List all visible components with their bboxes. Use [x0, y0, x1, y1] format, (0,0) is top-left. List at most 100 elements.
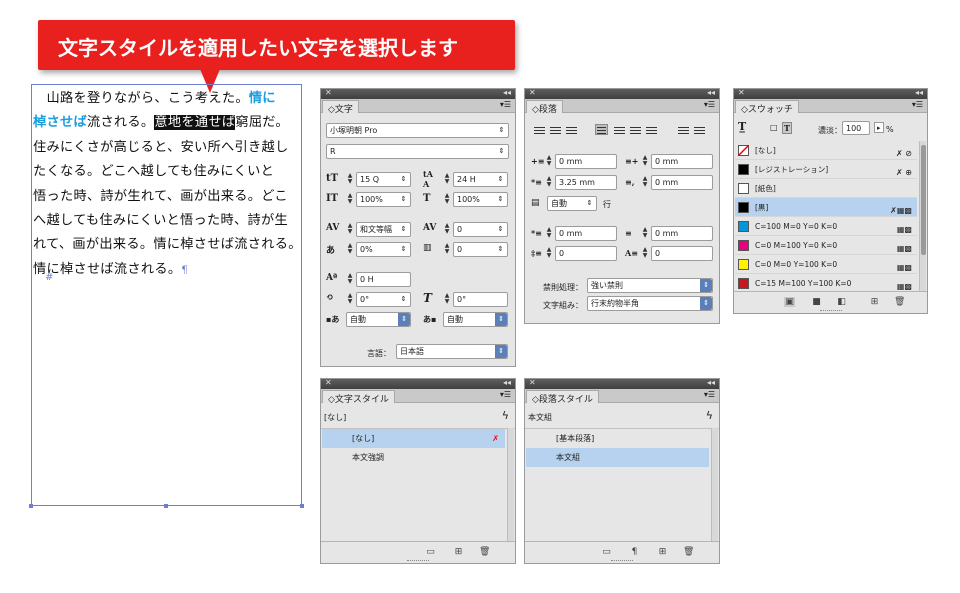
- collapse-icon[interactable]: ◂◂: [707, 378, 715, 387]
- align-right-icon[interactable]: [565, 125, 578, 136]
- close-icon[interactable]: ✕: [325, 378, 332, 387]
- style-item-honbun-kyocho[interactable]: 本文強調: [322, 448, 505, 467]
- spinner-icon[interactable]: ▲ ▼: [443, 293, 451, 306]
- swatch-yellow[interactable]: C=0 M=0 Y=100 K=0 ▦▩: [735, 255, 917, 274]
- new-style-icon[interactable]: ⊞: [657, 547, 668, 557]
- close-icon[interactable]: ✕: [325, 88, 332, 97]
- panel-menu-icon[interactable]: ▾☰: [912, 100, 923, 109]
- collapse-icon[interactable]: ◂◂: [707, 88, 715, 97]
- style-scrollbar[interactable]: [711, 428, 718, 541]
- align-left-icon[interactable]: [533, 125, 546, 136]
- drop-cap-chars-field[interactable]: 0: [555, 246, 617, 261]
- tab-character-styles[interactable]: ◇文字スタイル: [322, 390, 395, 405]
- swatch-black[interactable]: [黒] ✗▦▩: [735, 198, 917, 217]
- frame-handle[interactable]: [164, 504, 168, 508]
- spinner-icon[interactable]: ▲ ▼: [641, 155, 649, 168]
- tab-character[interactable]: ◇文字: [322, 100, 359, 115]
- spinner-icon[interactable]: ▲ ▼: [346, 193, 354, 206]
- vertical-scale-field[interactable]: 100% ⇕: [356, 192, 411, 207]
- drop-cap-size-field[interactable]: 0: [651, 246, 713, 261]
- justify-left-icon[interactable]: [595, 124, 608, 135]
- tint-field[interactable]: 100: [842, 121, 870, 135]
- drop-cap-lines-field[interactable]: 自動 ⇕: [547, 196, 597, 211]
- clear-overrides-icon[interactable]: ¶: [629, 547, 640, 557]
- leading-field[interactable]: 24 H ⇕: [453, 172, 508, 187]
- align-away-spine-icon[interactable]: [693, 125, 706, 136]
- text-format-icon[interactable]: T: [782, 122, 792, 134]
- style-item-honbun-gumi[interactable]: 本文組: [526, 448, 709, 467]
- mojikumi-dropdown[interactable]: 行末約物半角 ⇕: [587, 296, 713, 311]
- first-line-indent-field[interactable]: 3.25 mm: [555, 175, 617, 190]
- aki-before-dropdown[interactable]: 自動 ⇕: [346, 312, 411, 327]
- justify-center-icon[interactable]: [613, 125, 626, 136]
- selected-text[interactable]: 意地を通せば: [154, 115, 236, 131]
- font-family-field[interactable]: 小塚明朝 Pro ⇕: [326, 123, 509, 138]
- text-frame[interactable]: 山路を登りながら、こう考えた。情に 棹させば流される。意地を通せば窮屈だ。 住み…: [29, 84, 304, 508]
- folder-icon[interactable]: ▭: [425, 547, 436, 557]
- spinner-icon[interactable]: ▲ ▼: [443, 223, 451, 236]
- aki-field[interactable]: 0 ⇕: [453, 242, 508, 257]
- spinner-icon[interactable]: ▲ ▼: [641, 247, 649, 260]
- space-after-field[interactable]: 0 mm: [651, 226, 713, 241]
- spinner-icon[interactable]: ▲ ▼: [545, 155, 553, 168]
- kinsoku-dropdown[interactable]: 強い禁則 ⇕: [587, 278, 713, 293]
- scroll-thumb[interactable]: [921, 145, 926, 255]
- right-indent-field[interactable]: 0 mm: [651, 154, 713, 169]
- align-center-icon[interactable]: [549, 125, 562, 136]
- folder-icon[interactable]: ▭: [601, 547, 612, 557]
- close-icon[interactable]: ✕: [529, 378, 536, 387]
- spinner-icon[interactable]: ▲ ▼: [346, 223, 354, 236]
- spinner-icon[interactable]: ▲ ▼: [346, 293, 354, 306]
- left-indent-field[interactable]: 0 mm: [555, 154, 617, 169]
- frame-handle[interactable]: [29, 504, 33, 508]
- tracking-field[interactable]: 0 ⇕: [453, 222, 508, 237]
- show-all-swatches-icon[interactable]: ▣: [784, 297, 795, 307]
- tab-paragraph-styles[interactable]: ◇段落スタイル: [526, 390, 599, 405]
- spinner-icon[interactable]: ▲ ▼: [443, 243, 451, 256]
- swatch-paper[interactable]: [紙色]: [735, 179, 917, 198]
- style-item-none[interactable]: [なし] ✗: [322, 429, 505, 448]
- swatch-none[interactable]: [なし] ✗ ⊘: [735, 141, 917, 160]
- align-towards-spine-icon[interactable]: [677, 125, 690, 136]
- panel-menu-icon[interactable]: ▾☰: [500, 390, 511, 399]
- spinner-icon[interactable]: ▲ ▼: [545, 247, 553, 260]
- horizontal-scale-field[interactable]: 100% ⇕: [453, 192, 508, 207]
- new-style-icon[interactable]: ⊞: [453, 547, 464, 557]
- container-icon[interactable]: □: [770, 123, 778, 132]
- show-color-swatches-icon[interactable]: ■: [811, 297, 822, 307]
- space-before-field[interactable]: 0 mm: [555, 226, 617, 241]
- collapse-icon[interactable]: ◂◂: [503, 88, 511, 97]
- close-icon[interactable]: ✕: [529, 88, 536, 97]
- collapse-icon[interactable]: ◂◂: [915, 88, 923, 97]
- spinner-icon[interactable]: ▲ ▼: [346, 243, 354, 256]
- swatch-registration[interactable]: [レジストレーション] ✗ ⊕: [735, 160, 917, 179]
- close-icon[interactable]: ✕: [738, 88, 745, 97]
- spinner-icon[interactable]: ▲ ▼: [545, 176, 553, 189]
- kerning-field[interactable]: 和文等幅 ⇕: [356, 222, 411, 237]
- collapse-icon[interactable]: ◂◂: [503, 378, 511, 387]
- aki-after-dropdown[interactable]: 自動 ⇕: [443, 312, 508, 327]
- tint-arrow-icon[interactable]: ▸: [874, 122, 884, 133]
- panel-menu-icon[interactable]: ▾☰: [500, 100, 511, 109]
- trash-icon[interactable]: 🗑: [479, 547, 490, 557]
- trash-icon[interactable]: 🗑: [683, 547, 694, 557]
- justify-all-icon[interactable]: [645, 125, 658, 136]
- panel-menu-icon[interactable]: ▾☰: [704, 390, 715, 399]
- spinner-icon[interactable]: ▲ ▼: [641, 227, 649, 240]
- lightning-icon[interactable]: ϟ: [706, 409, 713, 422]
- last-line-indent-field[interactable]: 0 mm: [651, 175, 713, 190]
- tsume-field[interactable]: 0% ⇕: [356, 242, 411, 257]
- spinner-icon[interactable]: ▲ ▼: [545, 227, 553, 240]
- swatch-cyan[interactable]: C=100 M=0 Y=0 K=0 ▦▩: [735, 217, 917, 236]
- story-text[interactable]: 山路を登りながら、こう考えた。情に 棹させば流される。意地を通せば窮屈だ。 住み…: [33, 87, 301, 282]
- lightning-icon[interactable]: ϟ: [502, 409, 509, 422]
- rotate-field[interactable]: 0° ⇕: [356, 292, 411, 307]
- style-scrollbar[interactable]: [507, 428, 514, 541]
- spinner-icon[interactable]: ▲ ▼: [641, 176, 649, 189]
- trash-icon[interactable]: 🗑: [894, 297, 905, 307]
- style-item-basic-paragraph[interactable]: [基本段落]: [526, 429, 709, 448]
- font-size-field[interactable]: 15 Q ⇕: [356, 172, 411, 187]
- skew-field[interactable]: 0°: [453, 292, 508, 307]
- font-style-field[interactable]: R ⇕: [326, 144, 509, 159]
- spinner-icon[interactable]: ▲ ▼: [443, 173, 451, 186]
